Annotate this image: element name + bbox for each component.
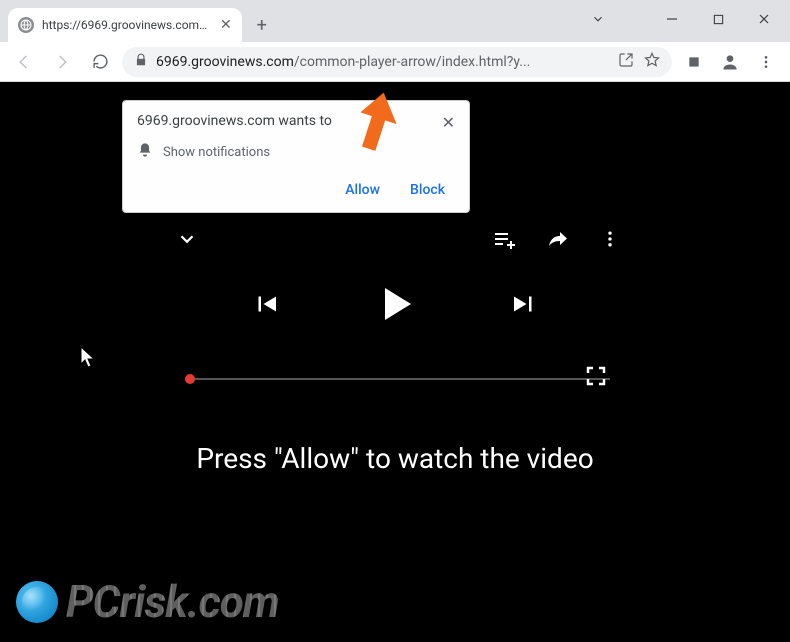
close-window-button[interactable]: [742, 4, 786, 34]
back-button[interactable]: [8, 46, 40, 78]
seek-thumb[interactable]: [185, 374, 195, 384]
address-bar[interactable]: 6969.groovinews.com/common-player-arrow/…: [122, 47, 672, 77]
new-tab-button[interactable]: +: [248, 11, 276, 39]
url-text: 6969.groovinews.com/common-player-arrow/…: [156, 54, 530, 70]
extensions-button[interactable]: [678, 46, 710, 78]
watermark-text: PCrisk.com: [66, 576, 279, 628]
bookmark-icon[interactable]: [644, 52, 660, 72]
profile-button[interactable]: [714, 46, 746, 78]
share-arrow-icon[interactable]: [546, 227, 570, 255]
watermark: PCrisk.com: [16, 576, 279, 628]
seek-track: [185, 378, 610, 380]
notification-title: 6969.groovinews.com wants to: [137, 113, 332, 129]
titlebar: https://6969.groovinews.com/co ✕ +: [0, 0, 790, 42]
fullscreen-button[interactable]: [584, 364, 608, 392]
collapse-icon[interactable]: [176, 228, 198, 254]
bell-icon: [137, 142, 153, 162]
tab-title: https://6969.groovinews.com/co: [42, 18, 212, 32]
next-track-button[interactable]: [509, 289, 539, 323]
forward-button[interactable]: [46, 46, 78, 78]
maximize-button[interactable]: [696, 4, 740, 34]
more-icon[interactable]: [600, 229, 620, 253]
menu-button[interactable]: [750, 46, 782, 78]
reload-button[interactable]: [84, 46, 116, 78]
notification-prompt: 6969.groovinews.com wants to ✕ Show noti…: [122, 100, 470, 213]
block-button[interactable]: Block: [410, 182, 445, 198]
browser-tab[interactable]: https://6969.groovinews.com/co ✕: [8, 8, 242, 42]
play-button[interactable]: [371, 280, 419, 332]
lock-icon: [134, 52, 148, 71]
minimize-button[interactable]: [650, 4, 694, 34]
seek-bar[interactable]: [185, 378, 610, 380]
share-icon[interactable]: [618, 52, 634, 72]
watermark-logo-icon: [16, 581, 58, 623]
pointer-arrow-icon: [354, 88, 410, 162]
cursor-icon: [80, 346, 98, 374]
tab-search-button[interactable]: [576, 4, 620, 34]
instruction-text: Press "Allow" to watch the video: [0, 442, 790, 475]
allow-button[interactable]: Allow: [345, 182, 380, 198]
globe-icon: [18, 17, 34, 33]
page-content: 6969.groovinews.com wants to ✕ Show noti…: [0, 82, 790, 642]
toolbar: 6969.groovinews.com/common-player-arrow/…: [0, 42, 790, 82]
notification-message: Show notifications: [163, 145, 270, 160]
notification-close-button[interactable]: ✕: [442, 113, 455, 132]
previous-track-button[interactable]: [251, 289, 281, 323]
tab-close-button[interactable]: ✕: [220, 17, 232, 33]
playlist-add-icon[interactable]: [492, 227, 516, 255]
